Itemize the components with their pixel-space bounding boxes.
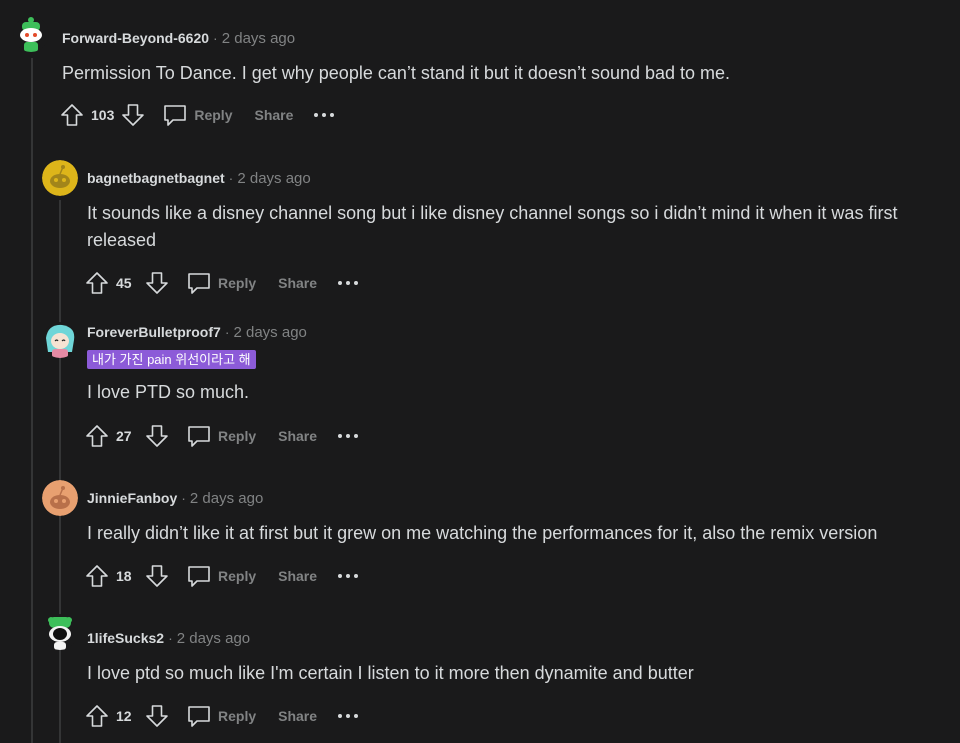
downvote-icon[interactable] xyxy=(144,423,170,449)
timestamp[interactable]: 2 days ago xyxy=(222,30,295,47)
comment-meta: bagnetbagnetbagnet · 2 days ago xyxy=(87,168,311,188)
comment-meta: ForeverBulletproof7 · 2 days ago xyxy=(87,322,307,342)
avatar[interactable] xyxy=(42,160,78,196)
separator-dot: · xyxy=(213,30,218,46)
snoo-avatar-icon xyxy=(42,614,78,650)
timestamp[interactable]: 2 days ago xyxy=(177,630,250,647)
separator-dot: · xyxy=(228,170,234,186)
comment-actions: 45 Reply Share xyxy=(84,268,359,298)
more-dots-icon xyxy=(314,113,335,117)
snoo-avatar-icon xyxy=(42,160,78,196)
more-dots-icon xyxy=(338,281,359,285)
vote-score: 27 xyxy=(116,428,132,444)
avatar[interactable] xyxy=(42,322,78,358)
snoo-avatar-icon xyxy=(13,16,49,52)
downvote-icon[interactable] xyxy=(144,563,170,589)
downvote-icon[interactable] xyxy=(120,102,146,128)
more-options-button[interactable] xyxy=(313,112,335,118)
reply-label: Reply xyxy=(194,107,233,123)
author-name[interactable]: bagnetbagnetbagnet xyxy=(87,170,225,186)
avatar[interactable] xyxy=(42,480,78,516)
reply-button[interactable]: Reply xyxy=(186,563,256,589)
comment-bubble-icon xyxy=(188,426,210,447)
vote-score: 12 xyxy=(116,708,132,724)
share-button[interactable]: Share xyxy=(278,275,317,291)
snoo-avatar-icon xyxy=(42,322,78,358)
separator-dot: · xyxy=(181,490,186,506)
timestamp[interactable]: 2 days ago xyxy=(190,490,263,507)
author-name[interactable]: ForeverBulletproof7 xyxy=(87,324,221,340)
avatar[interactable] xyxy=(13,16,49,52)
comment-actions: 27 Reply Share xyxy=(84,421,359,451)
more-dots-icon xyxy=(338,574,359,578)
timestamp[interactable]: 2 days ago xyxy=(233,324,306,341)
user-flair: 내가 가진 pain 위선이라고 해 xyxy=(87,350,256,369)
reply-button[interactable]: Reply xyxy=(186,270,256,296)
comment-actions: 103 Reply Share xyxy=(59,100,335,130)
more-options-button[interactable] xyxy=(337,433,359,439)
comment-body: It sounds like a disney channel song but… xyxy=(87,200,897,254)
separator-dot: · xyxy=(168,630,173,646)
upvote-icon[interactable] xyxy=(84,563,110,589)
comment-bubble-icon xyxy=(188,273,210,294)
comment-actions: 12 Reply Share xyxy=(84,701,359,731)
share-button[interactable]: Share xyxy=(254,107,293,123)
comment-meta: JinnieFanboy · 2 days ago xyxy=(87,488,263,508)
comment-meta: 1lifeSucks2 · 2 days ago xyxy=(87,628,250,648)
reply-label: Reply xyxy=(218,708,257,724)
reply-label: Reply xyxy=(218,568,257,584)
author-name[interactable]: Forward-Beyond-6620 xyxy=(62,30,209,46)
comment-body: I love ptd so much like I'm certain I li… xyxy=(87,660,694,687)
comment-body-line: Permission To Dance. I get why people ca… xyxy=(62,63,731,83)
comment-meta: Forward-Beyond-6620 · 2 days ago xyxy=(62,28,295,48)
comment-bubble-icon xyxy=(164,105,187,126)
more-dots-icon xyxy=(338,714,359,718)
upvote-icon[interactable] xyxy=(84,703,110,729)
vote-score: 18 xyxy=(116,568,132,584)
avatar[interactable] xyxy=(42,614,78,650)
upvote-icon[interactable] xyxy=(84,423,110,449)
reply-label: Reply xyxy=(218,275,257,291)
author-name[interactable]: JinnieFanboy xyxy=(87,490,177,506)
comment-body-line: It sounds like a disney channel song but… xyxy=(87,203,898,223)
more-options-button[interactable] xyxy=(337,713,359,719)
comment-body: I love PTD so much. xyxy=(87,379,249,406)
separator-dot: · xyxy=(224,324,230,340)
thread-line-child[interactable] xyxy=(59,200,61,743)
comment-actions: 18 Reply Share xyxy=(84,561,359,591)
comment-body-line: released xyxy=(87,230,157,250)
vote-score: 45 xyxy=(116,275,132,291)
comment-body-line: I love ptd so much like I'm certain I li… xyxy=(87,663,694,683)
downvote-icon[interactable] xyxy=(144,703,170,729)
comment-body: I really didn’t like it at first but it … xyxy=(87,520,877,547)
timestamp[interactable]: 2 days ago xyxy=(237,170,310,187)
more-options-button[interactable] xyxy=(337,280,359,286)
reply-label: Reply xyxy=(218,428,257,444)
share-button[interactable]: Share xyxy=(278,428,317,444)
downvote-icon[interactable] xyxy=(144,270,170,296)
comment-body: Permission To Dance. I get why people ca… xyxy=(62,60,730,87)
comment-bubble-icon xyxy=(188,706,210,727)
comment-thread-page: { "actions": { "reply": "Reply", "share"… xyxy=(0,0,960,743)
more-dots-icon xyxy=(338,434,359,438)
snoo-avatar-icon xyxy=(42,480,78,516)
author-name[interactable]: 1lifeSucks2 xyxy=(87,630,164,646)
more-options-button[interactable] xyxy=(337,573,359,579)
comment-body-line: I really didn’t like it at first but it … xyxy=(87,523,878,543)
upvote-icon[interactable] xyxy=(84,270,110,296)
reply-button[interactable]: Reply xyxy=(186,703,256,729)
thread-line-root[interactable] xyxy=(31,58,33,743)
reply-button[interactable]: Reply xyxy=(186,423,256,449)
share-button[interactable]: Share xyxy=(278,708,317,724)
comment-bubble-icon xyxy=(188,566,210,587)
vote-score: 103 xyxy=(91,107,115,123)
share-button[interactable]: Share xyxy=(278,568,317,584)
upvote-icon[interactable] xyxy=(59,102,85,128)
reply-button[interactable]: Reply xyxy=(162,102,232,128)
comment-body-line: I love PTD so much. xyxy=(87,382,250,402)
